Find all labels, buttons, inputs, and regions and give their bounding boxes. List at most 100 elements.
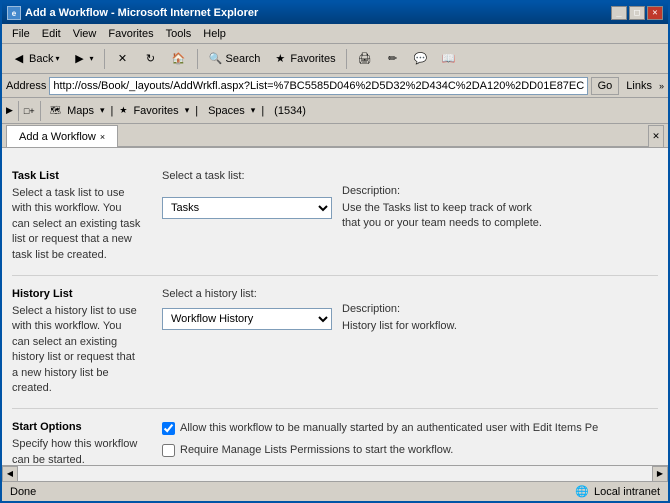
- favorites-label: Favorites: [290, 53, 335, 65]
- tb2-icon[interactable]: 🗺: [50, 105, 61, 116]
- search-icon: 🔍: [208, 51, 224, 67]
- start-options-left: Start Options Specify how this workflow …: [12, 421, 152, 465]
- task-list-select-wrapper: Tasks Description: Use the Tasks list to…: [162, 185, 658, 232]
- h-scroll-left[interactable]: ◀: [2, 466, 18, 482]
- links-arrow: »: [659, 81, 664, 91]
- back-icon: ◀: [11, 51, 27, 67]
- tb2-sep1: [18, 101, 19, 121]
- task-list-select[interactable]: Tasks: [162, 197, 332, 219]
- favorites-button[interactable]: ★ Favorites: [267, 47, 340, 71]
- print-icon: 🖨: [357, 51, 373, 67]
- tab-label: Add a Workflow: [19, 131, 96, 143]
- checkbox-require-manage[interactable]: [162, 444, 175, 457]
- forward-icon: ▶: [71, 51, 87, 67]
- title-bar-left: e Add a Workflow - Microsoft Internet Ex…: [7, 6, 258, 20]
- h-scroll-right[interactable]: ▶: [652, 466, 668, 482]
- tb2-expand[interactable]: ▶: [6, 105, 13, 116]
- address-input[interactable]: [49, 77, 587, 95]
- browser-icon: e: [7, 6, 21, 20]
- status-right: 🌐 Local intranet: [574, 485, 660, 499]
- tb2-arrow2: ▾: [185, 105, 190, 116]
- content-area: Task List Select a task list to use with…: [2, 148, 668, 465]
- task-list-section: Task List Select a task list to use with…: [12, 158, 658, 276]
- home-button[interactable]: 🏠: [166, 47, 192, 71]
- tb2-pipe1: |: [107, 105, 118, 117]
- start-options-right: Allow this workflow to be manually start…: [152, 421, 658, 465]
- address-bar: Address Go Links »: [2, 74, 668, 98]
- go-button[interactable]: Go: [591, 77, 620, 95]
- history-list-desc-label: Description:: [342, 303, 542, 315]
- start-options-title: Start Options: [12, 421, 142, 433]
- refresh-icon: ↻: [143, 51, 159, 67]
- history-list-select[interactable]: Workflow History: [162, 308, 332, 330]
- forward-arrow: ▾: [89, 54, 93, 63]
- research-icon: 📖: [441, 51, 457, 67]
- forward-button[interactable]: ▶ ▾: [66, 47, 98, 71]
- tb2-pipe3: |: [257, 105, 268, 117]
- menu-edit[interactable]: Edit: [36, 26, 67, 42]
- back-button[interactable]: ◀ Back ▾: [6, 47, 64, 71]
- tab-bar: Add a Workflow × ✕: [2, 124, 668, 148]
- research-button[interactable]: 📖: [436, 47, 462, 71]
- task-list-field-label: Select a task list:: [162, 170, 658, 182]
- discuss-icon: 💬: [413, 51, 429, 67]
- toolbar-sep-3: [346, 49, 347, 69]
- tab-close-x[interactable]: ✕: [648, 125, 664, 147]
- menu-bar: File Edit View Favorites Tools Help: [2, 24, 668, 44]
- tb2-favorites[interactable]: Favorites: [129, 105, 182, 117]
- main-tab[interactable]: Add a Workflow ×: [6, 125, 118, 147]
- tb2-arrow3: ▾: [251, 105, 256, 116]
- menu-favorites[interactable]: Favorites: [102, 26, 159, 42]
- tab-spacer: [118, 146, 648, 147]
- task-list-desc-text: Use the Tasks list to keep track of work…: [342, 201, 542, 232]
- tb2-spaces[interactable]: Spaces: [204, 105, 249, 117]
- close-button[interactable]: ✕: [647, 6, 663, 20]
- minimize-button[interactable]: _: [611, 6, 627, 20]
- tab-close-button[interactable]: ×: [100, 132, 105, 142]
- print-button[interactable]: 🖨: [352, 47, 378, 71]
- task-list-title: Task List: [12, 170, 142, 182]
- window-controls: _ □ ✕: [611, 6, 663, 20]
- history-list-desc: Select a history list to use with this w…: [12, 304, 142, 396]
- secondary-toolbar: ▶ □+ 🗺 Maps ▾ | ★ Favorites ▾ | Spaces ▾…: [2, 98, 668, 124]
- menu-view[interactable]: View: [67, 26, 103, 42]
- title-bar: e Add a Workflow - Microsoft Internet Ex…: [2, 2, 668, 24]
- tb2-pipe2: |: [191, 105, 202, 117]
- links-button[interactable]: Links: [622, 80, 656, 92]
- history-list-section: History List Select a history list to us…: [12, 276, 658, 409]
- history-list-right: Select a history list: Workflow History …: [152, 288, 658, 396]
- menu-tools[interactable]: Tools: [160, 26, 198, 42]
- checkbox-row-0: Allow this workflow to be manually start…: [162, 421, 658, 436]
- maximize-button[interactable]: □: [629, 6, 645, 20]
- checkbox-manual-start[interactable]: [162, 422, 175, 435]
- history-list-desc-box: Description: History list for workflow.: [342, 303, 542, 334]
- intranet-icon: 🌐: [574, 485, 590, 499]
- task-list-desc: Select a task list to use with this work…: [12, 186, 142, 263]
- checkbox-manual-start-label: Allow this workflow to be manually start…: [180, 421, 598, 436]
- status-zone: Local intranet: [594, 486, 660, 498]
- back-arrow: ▾: [55, 54, 59, 63]
- menu-help[interactable]: Help: [197, 26, 232, 42]
- stop-icon: ✕: [115, 51, 131, 67]
- tb2-arrow1: ▾: [100, 105, 105, 116]
- history-list-title: History List: [12, 288, 142, 300]
- edit-button[interactable]: ✏: [380, 47, 406, 71]
- back-label: Back: [29, 53, 53, 65]
- edit-icon: ✏: [385, 51, 401, 67]
- start-options-desc: Specify how this workflow can be started…: [12, 437, 142, 465]
- tb2-new[interactable]: □+: [24, 106, 35, 116]
- discuss-button[interactable]: 💬: [408, 47, 434, 71]
- main-toolbar: ◀ Back ▾ ▶ ▾ ✕ ↻ 🏠 🔍 Search ★ Favorites …: [2, 44, 668, 74]
- tb2-fav-icon[interactable]: ★: [119, 105, 127, 116]
- search-button[interactable]: 🔍 Search: [203, 47, 266, 71]
- window-title: Add a Workflow - Microsoft Internet Expl…: [25, 7, 258, 19]
- h-scroll-track[interactable]: [18, 466, 652, 482]
- tb2-maps[interactable]: Maps: [63, 105, 98, 117]
- refresh-button[interactable]: ↻: [138, 47, 164, 71]
- history-list-select-wrapper: Workflow History Description: History li…: [162, 303, 658, 334]
- task-list-right: Select a task list: Tasks Description: U…: [152, 170, 658, 263]
- browser-window: e Add a Workflow - Microsoft Internet Ex…: [0, 0, 670, 503]
- menu-file[interactable]: File: [6, 26, 36, 42]
- task-list-desc-box: Description: Use the Tasks list to keep …: [342, 185, 542, 232]
- stop-button[interactable]: ✕: [110, 47, 136, 71]
